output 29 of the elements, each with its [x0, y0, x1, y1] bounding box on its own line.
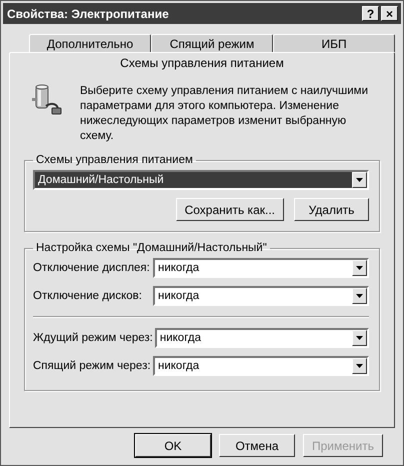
window-title: Свойства: Электропитание — [7, 6, 170, 20]
setting-label: Спящий режим через: — [33, 360, 151, 372]
setting-label: Ждущий режим через: — [33, 332, 153, 344]
group-title: Схемы управления питанием — [35, 154, 194, 166]
dropdown-arrow-icon — [356, 266, 363, 270]
cancel-button[interactable]: Отмена — [218, 434, 295, 457]
dropdown-arrow-icon — [356, 336, 363, 340]
group-title: Настройка схемы "Домашний/Настольный" — [35, 242, 268, 254]
delete-button[interactable]: Удалить — [294, 198, 369, 221]
ok-button[interactable]: OK — [134, 434, 211, 457]
dropdown-arrow-icon — [356, 178, 363, 182]
setting-label: Отключение дисплея: — [33, 262, 151, 274]
setting-dropdown[interactable]: никогда — [153, 286, 369, 306]
save-as-button[interactable]: Сохранить как... — [176, 198, 284, 221]
scheme-dropdown[interactable]: Домашний/Настольный — [33, 170, 369, 190]
tab[interactable]: Схемы управления питанием — [9, 52, 395, 72]
close-button[interactable]: × — [381, 6, 398, 21]
tab[interactable]: Дополнительно — [29, 34, 151, 52]
dropdown-arrow-icon — [356, 364, 363, 368]
description-text: Выберите схему управления питанием с наилучшими параметрами для этого компьютера. Изменение нижеследующих параметров изменит выбранную схему. — [80, 84, 370, 144]
setting-dropdown[interactable]: никогда — [153, 258, 369, 278]
setting-label: Отключение дисков: — [33, 290, 143, 302]
tab[interactable]: ИБП — [273, 34, 395, 52]
setting-dropdown[interactable]: никогда — [153, 356, 369, 376]
tab[interactable]: Спящий режим — [151, 34, 273, 52]
setting-dropdown[interactable]: никогда — [154, 328, 369, 348]
battery-plug-icon — [30, 84, 64, 116]
help-button[interactable]: ? — [362, 6, 379, 21]
dropdown-arrow-icon — [356, 294, 363, 298]
